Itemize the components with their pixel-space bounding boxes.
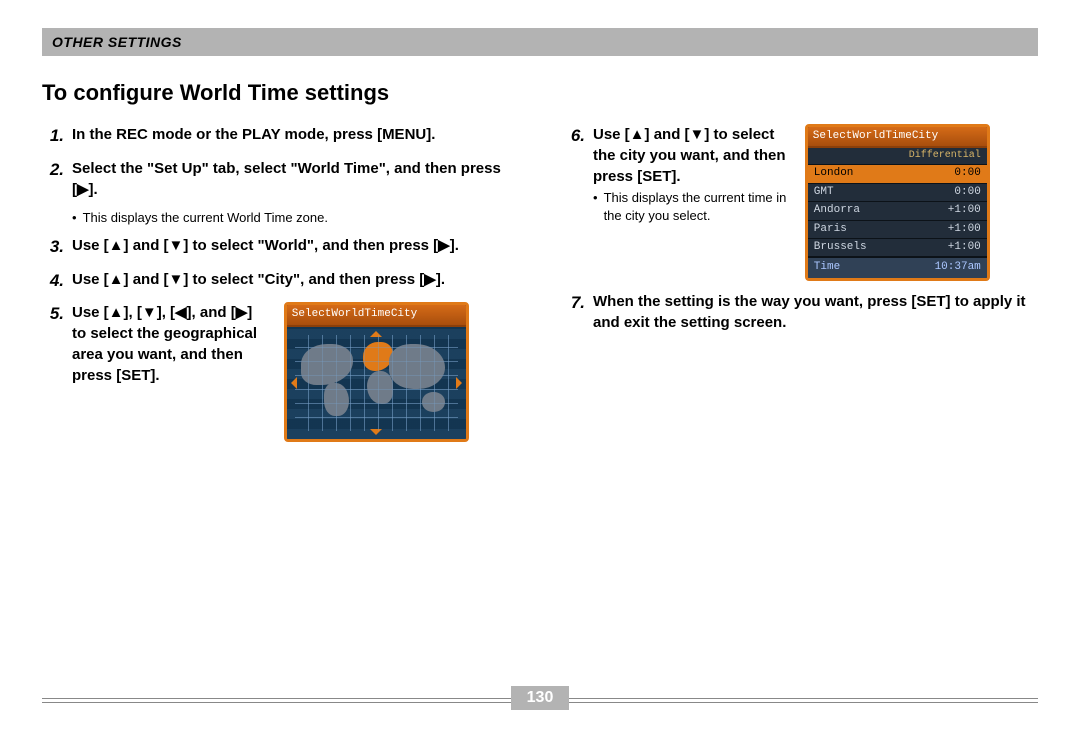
lcd-world-map: SelectWorldTimeCity	[284, 302, 469, 441]
lcd-city-list: SelectWorldTimeCity Differential London0…	[805, 124, 990, 281]
section-header: OTHER SETTINGS	[42, 28, 1038, 56]
city-row: GMT0:00	[808, 183, 987, 201]
page-title: To configure World Time settings	[42, 80, 1038, 106]
step-text: When the setting is the way you want, pr…	[593, 291, 1038, 333]
step-3: 3. Use [▲] and [▼] to select "World", an…	[42, 235, 517, 259]
step-text: Use [▲], [▼], [◀], and [▶] to select the…	[72, 302, 268, 386]
step-text: Select the "Set Up" tab, select "World T…	[72, 158, 517, 200]
step-2: 2. Select the "Set Up" tab, select "Worl…	[42, 158, 517, 200]
step-text: Use [▲] and [▼] to select "World", and t…	[72, 235, 517, 256]
step-number: 5.	[42, 302, 64, 441]
step-text: In the REC mode or the PLAY mode, press …	[72, 124, 517, 145]
right-column: 6. Use [▲] and [▼] to select the city yo…	[563, 124, 1038, 452]
arrow-left-icon	[285, 377, 297, 389]
step-number: 6.	[563, 124, 585, 281]
city-row: Andorra+1:00	[808, 201, 987, 219]
city-list: Differential London0:00 GMT0:00 Andorra+…	[808, 148, 987, 256]
step-6: 6. Use [▲] and [▼] to select the city yo…	[563, 124, 1038, 281]
step-7: 7. When the setting is the way you want,…	[563, 291, 1038, 333]
step-5: 5. Use [▲], [▼], [◀], and [▶] to select …	[42, 302, 517, 441]
step-number: 4.	[42, 269, 64, 293]
arrow-down-icon	[370, 429, 382, 441]
arrow-up-icon	[370, 325, 382, 337]
step-6-note: This displays the current time in the ci…	[604, 189, 789, 225]
step-4: 4. Use [▲] and [▼] to select "City", and…	[42, 269, 517, 293]
lcd-title: SelectWorldTimeCity	[287, 305, 466, 326]
step-2-note: This displays the current World Time zon…	[72, 210, 517, 225]
manual-page: OTHER SETTINGS To configure World Time s…	[0, 0, 1080, 730]
lcd-title: SelectWorldTimeCity	[808, 127, 987, 148]
city-row-selected: London0:00	[808, 164, 987, 182]
footer-rule	[569, 698, 1038, 699]
city-row: Paris+1:00	[808, 220, 987, 238]
content-columns: 1. In the REC mode or the PLAY mode, pre…	[42, 124, 1038, 452]
step-text: Use [▲] and [▼] to select the city you w…	[593, 124, 789, 187]
step-number: 1.	[42, 124, 64, 148]
step-text: Use [▲] and [▼] to select "City", and th…	[72, 269, 517, 290]
page-footer: 130	[42, 686, 1038, 710]
step-1: 1. In the REC mode or the PLAY mode, pre…	[42, 124, 517, 148]
step-number: 7.	[563, 291, 585, 333]
world-map	[287, 327, 466, 439]
arrow-right-icon	[456, 377, 468, 389]
city-row: Brussels+1:00	[808, 238, 987, 256]
left-column: 1. In the REC mode or the PLAY mode, pre…	[42, 124, 517, 452]
differential-header: Differential	[808, 148, 987, 164]
step-number: 3.	[42, 235, 64, 259]
lcd-time-bar: Time 10:37am	[808, 256, 987, 277]
page-number: 130	[511, 686, 570, 710]
footer-rule	[42, 698, 511, 699]
step-number: 2.	[42, 158, 64, 200]
